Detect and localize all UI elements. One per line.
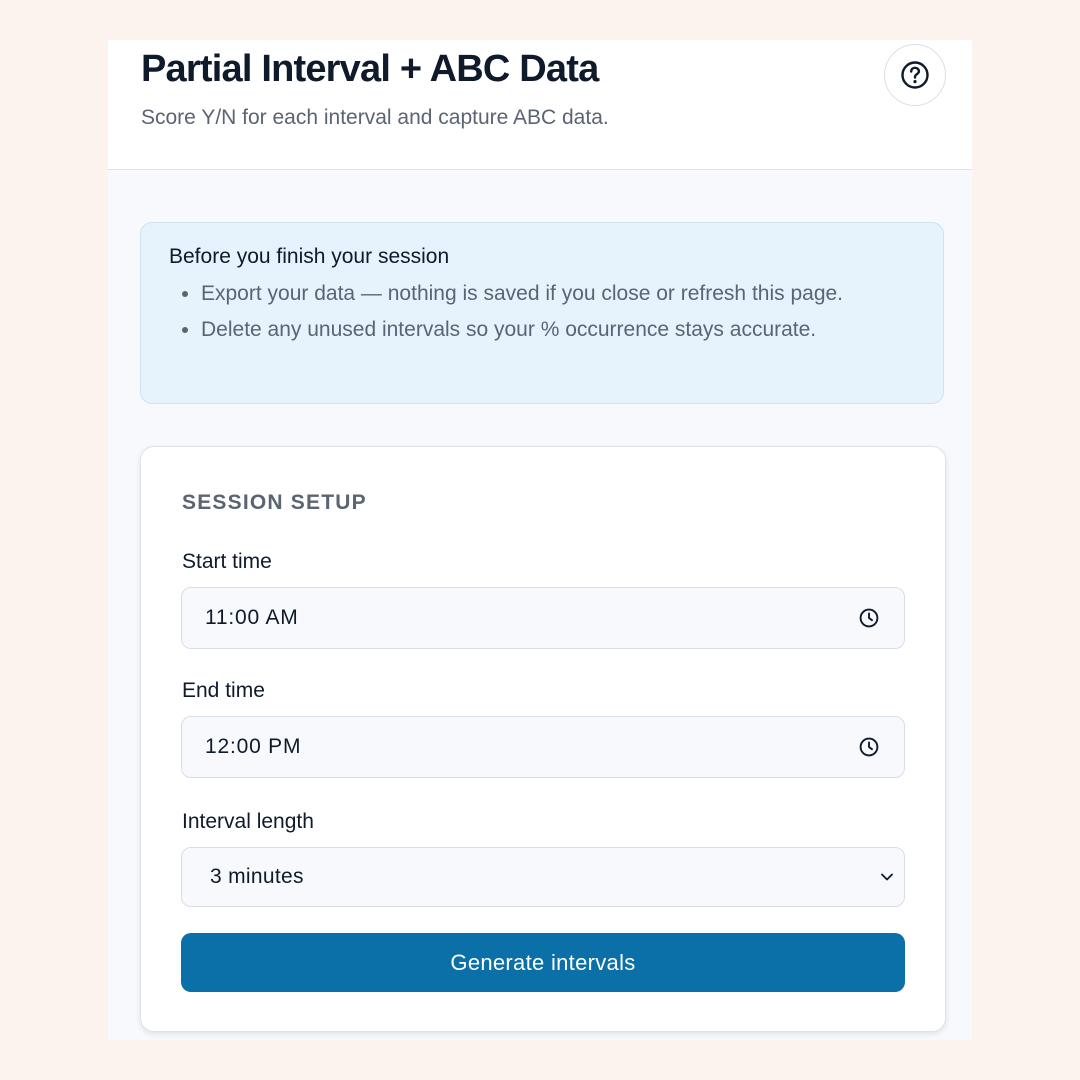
notice-title: Before you finish your session	[169, 245, 450, 268]
end-time-value: 12:00 PM	[205, 735, 302, 758]
interval-length-label: Interval length	[182, 810, 314, 833]
page-header: Partial Interval + ABC Data Score Y/N fo…	[108, 40, 972, 170]
chevron-down-icon	[878, 868, 896, 886]
clock-icon[interactable]	[858, 736, 880, 758]
end-time-input[interactable]: 12:00 PM	[181, 716, 905, 778]
page-title: Partial Interval + ABC Data	[141, 48, 599, 90]
session-notice: Before you finish your session Export yo…	[140, 222, 944, 404]
start-time-label: Start time	[182, 550, 272, 573]
notice-list: Export your data — nothing is saved if y…	[169, 277, 915, 347]
interval-length-select[interactable]: 3 minutes	[181, 847, 905, 907]
generate-intervals-button[interactable]: Generate intervals	[181, 933, 905, 992]
notice-item: Delete any unused intervals so your % oc…	[201, 313, 915, 347]
session-setup-card: SESSION SETUP Start time 11:00 AM End ti…	[140, 446, 946, 1032]
interval-length-value: 3 minutes	[210, 865, 304, 888]
section-heading: SESSION SETUP	[182, 491, 367, 514]
question-circle-icon	[899, 59, 931, 91]
start-time-value: 11:00 AM	[205, 606, 299, 629]
start-time-input[interactable]: 11:00 AM	[181, 587, 905, 649]
clock-icon[interactable]	[858, 607, 880, 629]
app-window: Partial Interval + ABC Data Score Y/N fo…	[108, 40, 972, 1040]
page-subtitle: Score Y/N for each interval and capture …	[141, 106, 609, 129]
notice-item: Export your data — nothing is saved if y…	[201, 277, 915, 311]
end-time-label: End time	[182, 679, 265, 702]
help-button[interactable]	[884, 44, 946, 106]
